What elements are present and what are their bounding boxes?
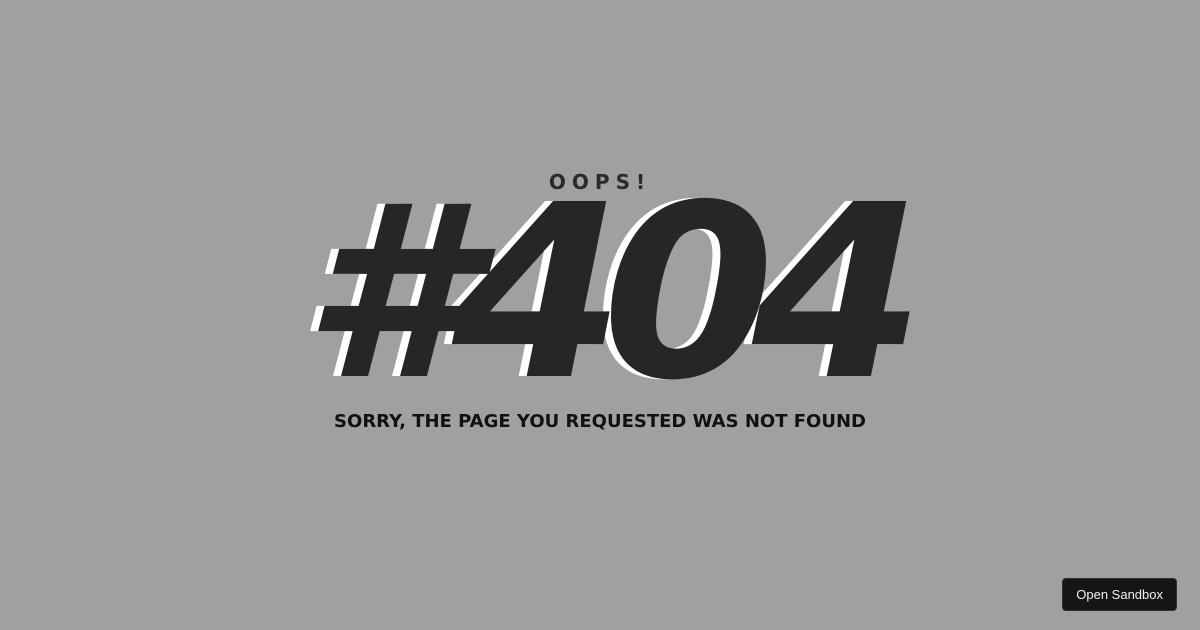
error-code-svg: #404 #404 (294, 180, 932, 400)
error-code-text: #404 (302, 180, 910, 400)
error-code-graphic: #404 #404 (0, 180, 1200, 400)
open-sandbox-button[interactable]: Open Sandbox (1062, 578, 1177, 611)
not-found-message: SORRY, THE PAGE YOU REQUESTED WAS NOT FO… (334, 411, 866, 432)
error-page: OOPS! #404 #404 SORRY, THE PAGE YOU REQU… (0, 0, 1200, 630)
